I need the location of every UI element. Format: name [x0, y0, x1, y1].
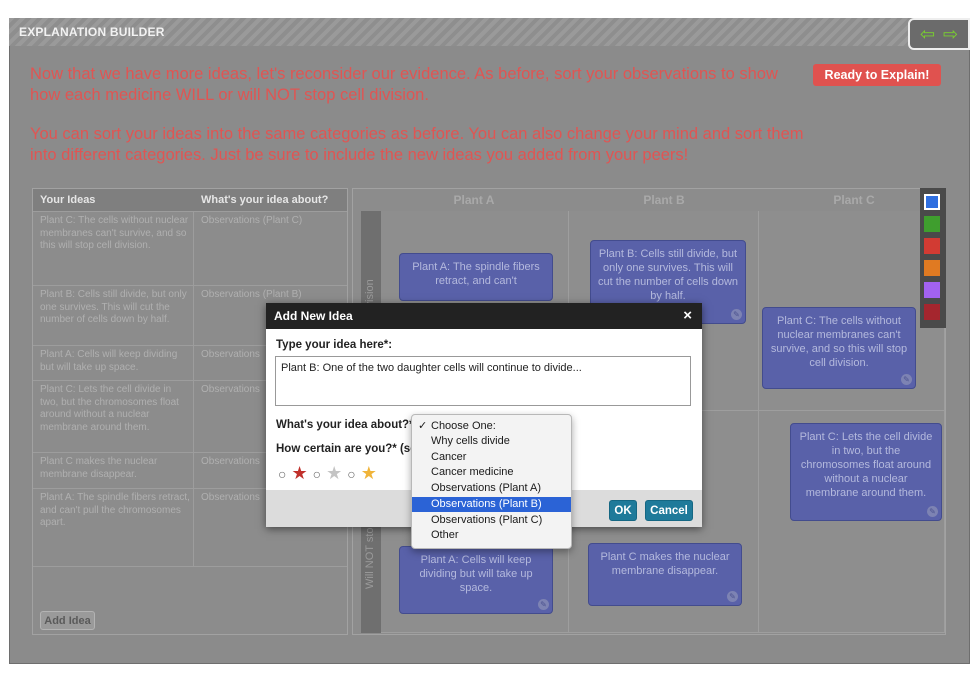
idea-text: Plant A: Cells will keep dividing but wi…: [40, 349, 178, 373]
idea-text: Plant C makes the nuclear membrane disap…: [40, 456, 158, 480]
edit-icon[interactable]: ✎: [901, 374, 912, 385]
intro-paragraph-2: You can sort your ideas into the same ca…: [30, 125, 804, 164]
dropdown-option[interactable]: Cancer: [412, 450, 571, 465]
ready-to-explain-button[interactable]: Ready to Explain!: [813, 64, 941, 86]
edit-icon[interactable]: ✎: [538, 599, 549, 610]
idea-text: Plant B: Cells still divide, but only on…: [40, 289, 187, 325]
idea-card[interactable]: Plant C: The cells without nuclear membr…: [762, 307, 916, 389]
star-half-icon: ★: [360, 463, 377, 483]
certainty-rating: ○ ★ ○ ★ ○ ★: [278, 464, 377, 483]
dropdown-option[interactable]: ✓ Choose One:: [412, 419, 571, 434]
dialog-title: Add New Idea: [274, 309, 353, 323]
idea-text: Plant A: The spindle fibers retract, and…: [40, 492, 190, 528]
ok-button[interactable]: OK: [609, 500, 637, 521]
card-text: Plant C: Lets the cell divide in two, bu…: [799, 431, 933, 499]
idea-card[interactable]: Plant C: Lets the cell divide in two, bu…: [790, 423, 942, 521]
idea-about-dropdown[interactable]: ✓ Choose One: Why cells divide Cancer Can…: [411, 414, 572, 549]
color-swatch-orange[interactable]: [924, 260, 940, 276]
header-bar: EXPLANATION BUILDER: [9, 18, 970, 46]
close-icon[interactable]: ×: [683, 307, 692, 324]
col-your-ideas: Your Ideas: [40, 194, 96, 206]
forward-arrow-icon[interactable]: ⇨: [943, 25, 958, 43]
dropdown-option[interactable]: Other: [412, 528, 571, 543]
edit-icon[interactable]: ✎: [727, 591, 738, 602]
color-swatch-red[interactable]: [924, 238, 940, 254]
color-swatch-blue[interactable]: [924, 194, 940, 210]
idea-about-label: What's your idea about?*: [276, 419, 414, 431]
color-swatch-purple[interactable]: [924, 282, 940, 298]
radio-2[interactable]: ○: [313, 466, 321, 482]
edit-icon[interactable]: ✎: [927, 506, 938, 517]
card-text: Plant A: Cells will keep dividing but wi…: [419, 554, 533, 594]
dropdown-option[interactable]: Observations (Plant A): [412, 481, 571, 496]
idea-text: Plant C: The cells without nuclear membr…: [40, 215, 189, 251]
radio-1[interactable]: ○: [278, 466, 286, 482]
dropdown-option-highlighted[interactable]: Observations (Plant B): [412, 497, 571, 512]
idea-about: Observations (Plant C): [201, 215, 303, 226]
dropdown-option[interactable]: Observations (Plant C): [412, 513, 571, 528]
row-label-will-not: Will NOT sto: [364, 527, 376, 589]
dropdown-option[interactable]: Why cells divide: [412, 434, 571, 449]
dialog-header: Add New Idea ×: [266, 303, 702, 329]
star-empty-icon: ★: [326, 463, 343, 483]
dropdown-option[interactable]: Cancer medicine: [412, 465, 571, 480]
idea-text-label: Type your idea here*:: [276, 339, 393, 351]
idea-card[interactable]: Plant A: The spindle fibers retract, and…: [399, 253, 553, 301]
color-palette: [920, 188, 946, 328]
checkmark-icon: ✓: [418, 420, 428, 432]
idea-card[interactable]: Plant A: Cells will keep dividing but wi…: [399, 546, 553, 614]
card-text: Plant A: The spindle fibers retract, and…: [412, 261, 540, 287]
top-margin: [0, 0, 970, 12]
column-plant-b: Plant B: [643, 193, 685, 207]
table-row[interactable]: Plant C: The cells without nuclear membr…: [33, 211, 347, 286]
card-text: Plant B: Cells still divide, but only on…: [597, 248, 739, 302]
idea-about: Observations (Plant B): [201, 289, 302, 300]
ideas-table-header: Your Ideas What's your idea about?: [33, 189, 347, 211]
star-filled-icon: ★: [291, 463, 308, 483]
edit-icon[interactable]: ✎: [731, 309, 742, 320]
back-arrow-icon[interactable]: ⇦: [920, 25, 935, 43]
color-swatch-dark-red[interactable]: [924, 304, 940, 320]
idea-text: Plant C: Lets the cell divide in two, bu…: [40, 384, 179, 433]
cancel-button[interactable]: Cancel: [645, 500, 693, 521]
card-text: Plant C makes the nuclear membrane disap…: [600, 551, 730, 577]
col-idea-about: What's your idea about?: [201, 194, 329, 206]
certainty-label: How certain are you?* (se: [276, 443, 417, 455]
radio-3[interactable]: ○: [347, 466, 355, 482]
header-title: EXPLANATION BUILDER: [19, 25, 165, 39]
idea-textarea[interactable]: Plant B: One of the two daughter cells w…: [275, 356, 691, 406]
column-plant-a: Plant A: [453, 193, 495, 207]
nav-arrows: ⇦ ⇨: [908, 18, 970, 50]
idea-card[interactable]: Plant C makes the nuclear membrane disap…: [588, 543, 742, 606]
color-swatch-green[interactable]: [924, 216, 940, 232]
card-text: Plant C: The cells without nuclear membr…: [770, 315, 908, 369]
table-bottom-line: [33, 566, 347, 567]
intro-paragraph-1: Now that we have more ideas, let's recon…: [30, 65, 778, 104]
add-idea-button[interactable]: Add Idea: [40, 611, 95, 630]
